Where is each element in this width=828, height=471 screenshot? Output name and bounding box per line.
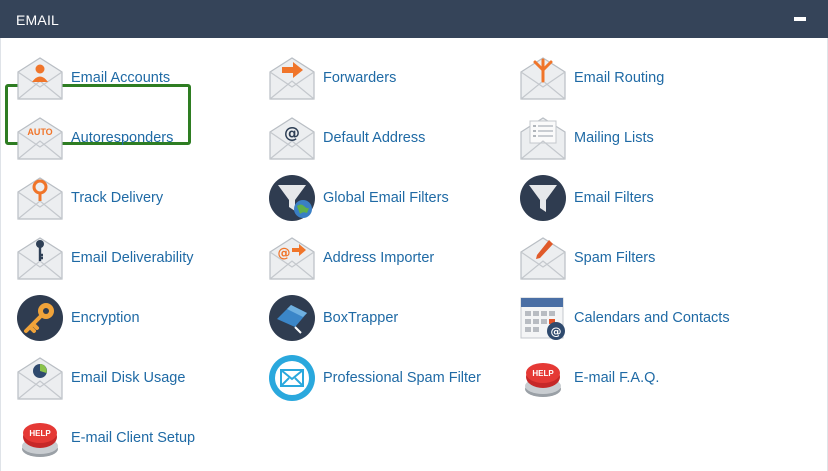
envelope-key-icon <box>17 237 63 280</box>
envelope-import-icon: @ <box>269 237 315 280</box>
svg-text:@: @ <box>551 325 562 338</box>
envelope-list-icon <box>520 117 566 160</box>
envelope-location-pin-icon <box>17 177 63 220</box>
section-body: Email Accounts Forwarders Email Routing <box>0 38 828 471</box>
help-button-icon: HELP <box>22 423 58 457</box>
help-icon-text: HELP <box>29 429 51 438</box>
calendars-and-contacts-link[interactable]: @ Calendars and Contacts <box>518 290 730 346</box>
email-client-setup-link[interactable]: HELP E-mail Client Setup <box>15 410 195 466</box>
auto-icon-text: AUTO <box>27 127 52 137</box>
global-email-filters-link[interactable]: Global Email Filters <box>267 170 449 226</box>
envelope-at-icon: @ <box>269 117 315 160</box>
item-label: Track Delivery <box>71 190 164 206</box>
item-label: Global Email Filters <box>323 190 449 206</box>
item-label: Encryption <box>71 310 140 326</box>
envelope-pie-chart-icon <box>17 357 63 400</box>
item-label: E-mail F.A.Q. <box>574 370 660 386</box>
item-label: Email Filters <box>574 190 654 206</box>
item-label: Email Accounts <box>71 70 171 86</box>
item-label: Email Routing <box>574 70 665 86</box>
spam-filters-link[interactable]: Spam Filters <box>518 230 655 286</box>
funnel-icon <box>520 175 566 221</box>
email-accounts-link[interactable]: Email Accounts <box>15 50 170 106</box>
item-label: Default Address <box>323 130 426 146</box>
autoresponders-link[interactable]: AUTO Autoresponders <box>15 110 173 166</box>
item-label: Address Importer <box>323 250 435 266</box>
email-disk-usage-link[interactable]: Email Disk Usage <box>15 350 185 406</box>
mailing-lists-link[interactable]: Mailing Lists <box>518 110 654 166</box>
box-trap-icon <box>269 295 315 341</box>
email-faq-link[interactable]: HELP E-mail F.A.Q. <box>518 350 659 406</box>
minus-icon[interactable] <box>794 17 806 21</box>
envelope-user-icon <box>17 57 63 100</box>
item-label: Calendars and Contacts <box>574 310 730 326</box>
default-address-link[interactable]: @ Default Address <box>267 110 425 166</box>
help-button-icon: HELP <box>525 363 561 397</box>
envelope-pen-icon <box>520 237 566 280</box>
funnel-globe-icon <box>269 175 315 221</box>
svg-text:@: @ <box>278 246 291 261</box>
track-delivery-link[interactable]: Track Delivery <box>15 170 163 226</box>
section-title: EMAIL <box>16 12 60 28</box>
shield-envelope-icon <box>269 355 315 401</box>
encryption-link[interactable]: Encryption <box>15 290 140 346</box>
key-icon <box>17 295 63 341</box>
email-filters-link[interactable]: Email Filters <box>518 170 654 226</box>
email-panel: EMAIL Email Accounts Forwarders Email Ro… <box>0 0 828 471</box>
help-icon-text: HELP <box>532 369 554 378</box>
item-label: Mailing Lists <box>574 130 654 146</box>
forwarders-link[interactable]: Forwarders <box>267 50 396 106</box>
envelope-fork-icon <box>520 57 566 100</box>
calendar-at-icon: @ <box>520 297 565 340</box>
svg-text:@: @ <box>284 123 300 142</box>
item-label: Professional Spam Filter <box>323 370 481 386</box>
boxtrapper-link[interactable]: BoxTrapper <box>267 290 398 346</box>
item-label: E-mail Client Setup <box>71 430 196 446</box>
professional-spam-filter-link[interactable]: Professional Spam Filter <box>267 350 481 406</box>
item-label: Spam Filters <box>574 250 656 266</box>
envelope-auto-icon: AUTO <box>17 117 63 160</box>
email-deliverability-link[interactable]: Email Deliverability <box>15 230 193 286</box>
envelope-arrow-icon <box>269 57 315 100</box>
item-label: Autoresponders <box>71 130 174 146</box>
section-header[interactable]: EMAIL <box>0 0 828 38</box>
address-importer-link[interactable]: @ Address Importer <box>267 230 434 286</box>
item-label: Email Deliverability <box>71 250 194 266</box>
item-label: Forwarders <box>323 70 397 86</box>
item-label: Email Disk Usage <box>71 370 186 386</box>
item-label: BoxTrapper <box>323 310 399 326</box>
email-routing-link[interactable]: Email Routing <box>518 50 664 106</box>
